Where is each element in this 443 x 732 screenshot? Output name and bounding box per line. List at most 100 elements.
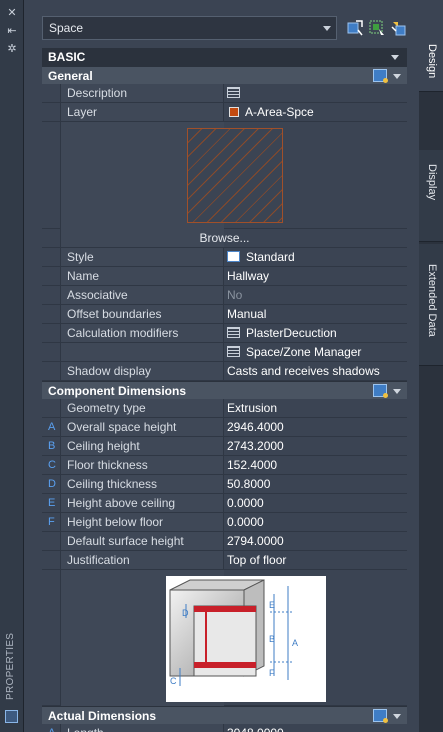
- chevron-down-icon: [391, 55, 399, 60]
- tab-extended-data[interactable]: Extended Data: [419, 244, 443, 366]
- dimension-letter: D: [48, 478, 56, 490]
- property-value[interactable]: 0.0000: [224, 513, 407, 531]
- property-row-name[interactable]: Name Hallway: [42, 267, 407, 286]
- toolbar: Space: [42, 16, 416, 40]
- object-type-dropdown[interactable]: Space: [42, 16, 337, 40]
- property-value[interactable]: Space/Zone Manager: [224, 343, 407, 361]
- table-icon[interactable]: [227, 346, 240, 357]
- property-value[interactable]: 0.0000: [224, 494, 407, 512]
- dimension-letter: B: [48, 440, 56, 452]
- toggle-pickadd-icon[interactable]: [346, 19, 364, 37]
- basic-label: BASIC: [48, 50, 86, 64]
- property-value[interactable]: [224, 84, 407, 102]
- property-row-floor-thickness[interactable]: C Floor thickness 152.4000: [42, 456, 407, 475]
- property-row-calculation-modifiers[interactable]: Calculation modifiers PlasterDecuction: [42, 324, 407, 343]
- quick-select-icon[interactable]: [390, 19, 408, 37]
- tab-label: Display: [426, 164, 438, 201]
- table-icon[interactable]: [227, 87, 240, 98]
- property-value[interactable]: 3048.0000: [224, 724, 407, 732]
- property-label: Geometry type: [60, 399, 224, 417]
- hatch-preview: [187, 128, 283, 223]
- property-row-space-zone-manager[interactable]: Space/Zone Manager: [42, 343, 407, 362]
- space-dimension-diagram: D E B A C F: [166, 576, 326, 702]
- section-title: General: [48, 69, 93, 83]
- property-row-associative[interactable]: Associative No: [42, 286, 407, 305]
- diagram-label-c: C: [170, 676, 177, 686]
- property-value[interactable]: Manual: [224, 305, 407, 323]
- tab-display[interactable]: Display: [419, 150, 443, 242]
- table-icon[interactable]: [227, 327, 240, 338]
- layer-value: A-Area-Spce: [245, 105, 314, 119]
- diagram-label-a: A: [292, 638, 298, 648]
- property-value[interactable]: Standard: [224, 248, 407, 266]
- object-type-value: Space: [49, 21, 84, 35]
- property-label: [60, 343, 224, 361]
- property-value[interactable]: A-Area-Spce: [224, 103, 407, 121]
- properties-icon[interactable]: [5, 710, 18, 723]
- chevron-down-icon: [393, 714, 401, 719]
- dimension-letter: A: [48, 421, 56, 433]
- quick-properties-icon[interactable]: [373, 384, 388, 398]
- property-label: Description: [60, 84, 224, 102]
- dimension-diagram-row: D E B A C F: [42, 570, 407, 706]
- property-value: No: [227, 288, 243, 302]
- close-icon[interactable]: ✕: [4, 6, 20, 20]
- property-value[interactable]: Extrusion: [224, 399, 407, 417]
- property-row-height-below-floor[interactable]: F Height below floor 0.0000: [42, 513, 407, 532]
- pin-icon[interactable]: ⇤: [4, 24, 20, 38]
- property-value[interactable]: PlasterDecuction: [224, 324, 407, 342]
- quick-properties-icon[interactable]: [373, 709, 388, 723]
- property-label: Ceiling thickness: [60, 475, 224, 493]
- property-value[interactable]: Top of floor: [224, 551, 407, 569]
- property-value[interactable]: 152.4000: [224, 456, 407, 474]
- property-value[interactable]: 2946.4000: [224, 418, 407, 436]
- property-label: Associative: [60, 286, 224, 304]
- property-label: Default surface height: [60, 532, 224, 550]
- dimension-letter: A: [48, 727, 58, 732]
- calculation-modifiers-value: PlasterDecuction: [246, 326, 337, 340]
- property-row-description[interactable]: Description: [42, 84, 407, 103]
- property-row-justification[interactable]: Justification Top of floor: [42, 551, 407, 570]
- settings-icon[interactable]: ✲: [4, 42, 20, 56]
- property-row-style[interactable]: Style Standard: [42, 248, 407, 267]
- property-value[interactable]: Casts and receives shadows: [224, 362, 407, 380]
- property-label: Layer: [60, 103, 224, 121]
- property-label: Name: [60, 267, 224, 285]
- layer-color-swatch: [229, 107, 239, 117]
- property-value[interactable]: Hallway: [224, 267, 407, 285]
- property-row-geometry-type[interactable]: Geometry type Extrusion: [42, 399, 407, 418]
- chevron-down-icon: [323, 26, 331, 31]
- chevron-down-icon: [393, 389, 401, 394]
- select-objects-icon[interactable]: [368, 19, 386, 37]
- chevron-down-icon: [393, 74, 401, 79]
- browse-button[interactable]: Browse...: [42, 231, 407, 245]
- palette-left-strip: ✕ ⇤ ✲ PROPERTIES: [0, 0, 24, 732]
- browse-row: Browse...: [42, 229, 407, 248]
- property-row-length[interactable]: A Length 3048.0000: [42, 724, 407, 732]
- property-row-overall-space-height[interactable]: A Overall space height 2946.4000: [42, 418, 407, 437]
- property-value[interactable]: 2743.2000: [224, 437, 407, 455]
- property-row-layer[interactable]: Layer A-Area-Spce: [42, 103, 407, 122]
- property-label: Overall space height: [60, 418, 224, 436]
- property-row-ceiling-height[interactable]: B Ceiling height 2743.2000: [42, 437, 407, 456]
- property-row-default-surface-height[interactable]: Default surface height 2794.0000: [42, 532, 407, 551]
- property-label: Height above ceiling: [60, 494, 224, 512]
- property-label: Style: [60, 248, 224, 266]
- actual-dimensions-section-header[interactable]: Actual Dimensions: [42, 706, 407, 724]
- property-value[interactable]: 50.8000: [224, 475, 407, 493]
- dimension-letter: F: [48, 516, 55, 528]
- general-section-header[interactable]: General: [42, 66, 407, 84]
- palette-title: PROPERTIES: [5, 632, 16, 700]
- property-value[interactable]: 2794.0000: [224, 532, 407, 550]
- property-row-offset-boundaries[interactable]: Offset boundaries Manual: [42, 305, 407, 324]
- space-zone-manager-value: Space/Zone Manager: [246, 345, 362, 359]
- tab-design[interactable]: Design: [419, 0, 443, 92]
- quick-properties-icon[interactable]: [373, 69, 388, 83]
- property-row-shadow-display[interactable]: Shadow display Casts and receives shadow…: [42, 362, 407, 381]
- basic-section-header[interactable]: BASIC: [42, 48, 407, 66]
- style-value: Standard: [246, 250, 295, 264]
- component-dimensions-section-header[interactable]: Component Dimensions: [42, 381, 407, 399]
- property-label: Offset boundaries: [60, 305, 224, 323]
- property-row-ceiling-thickness[interactable]: D Ceiling thickness 50.8000: [42, 475, 407, 494]
- property-row-height-above-ceiling[interactable]: E Height above ceiling 0.0000: [42, 494, 407, 513]
